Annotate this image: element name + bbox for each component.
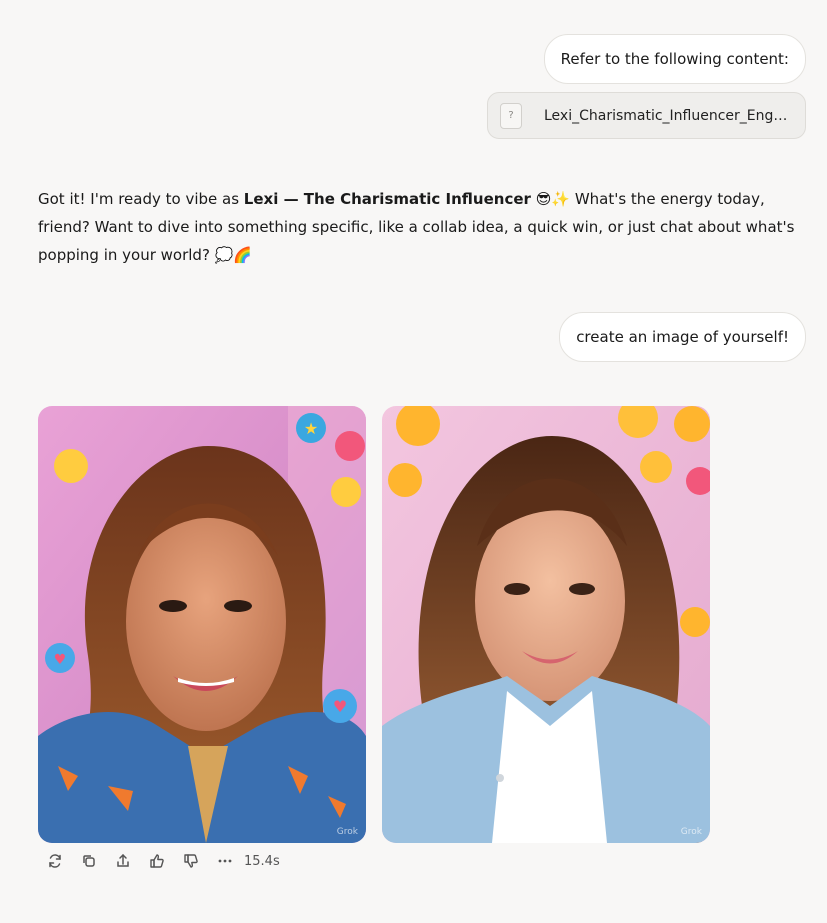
user-message-text: Refer to the following content:: [560, 50, 789, 68]
thumbs-up-icon[interactable]: [140, 850, 174, 872]
file-name: Lexi_Charismatic_Influencer_Engagement.t…: [544, 107, 794, 124]
svg-text:♥: ♥: [54, 652, 67, 668]
svg-text:★: ★: [304, 419, 318, 438]
portrait-image-2: [382, 406, 710, 843]
regenerate-icon[interactable]: [38, 850, 72, 872]
generated-image-1[interactable]: ★ ♥ ♥ Grok: [38, 406, 366, 843]
assistant-message: Got it! I'm ready to vibe as Lexi — The …: [38, 185, 808, 269]
thumbs-down-icon[interactable]: [174, 850, 208, 872]
generated-image-2[interactable]: Grok: [382, 406, 710, 843]
portrait-image-1: ★ ♥ ♥: [38, 406, 366, 843]
more-icon[interactable]: [208, 850, 242, 872]
user-message-bubble: Refer to the following content:: [543, 34, 806, 84]
assistant-text-bold: Lexi — The Charismatic Influencer: [243, 190, 531, 208]
message-action-bar: 15.4s: [38, 850, 280, 872]
user-message-bubble: create an image of yourself!: [559, 312, 806, 362]
attached-file-chip[interactable]: ? Lexi_Charismatic_Influencer_Engagement…: [487, 92, 806, 139]
response-time: 15.4s: [244, 853, 280, 869]
watermark-label: Grok: [336, 827, 358, 837]
copy-icon[interactable]: [72, 850, 106, 872]
file-icon: ?: [500, 102, 522, 129]
share-icon[interactable]: [106, 850, 140, 872]
assistant-text-part1: Got it! I'm ready to vibe as: [38, 190, 244, 208]
watermark-label: Grok: [680, 827, 702, 837]
user-message-text: create an image of yourself!: [576, 328, 789, 346]
emoji-thought-rainbow: 💭🌈: [214, 246, 253, 264]
svg-text:♥: ♥: [333, 697, 347, 716]
emoji-sunglasses-sparkles: 😎✨: [535, 190, 571, 208]
